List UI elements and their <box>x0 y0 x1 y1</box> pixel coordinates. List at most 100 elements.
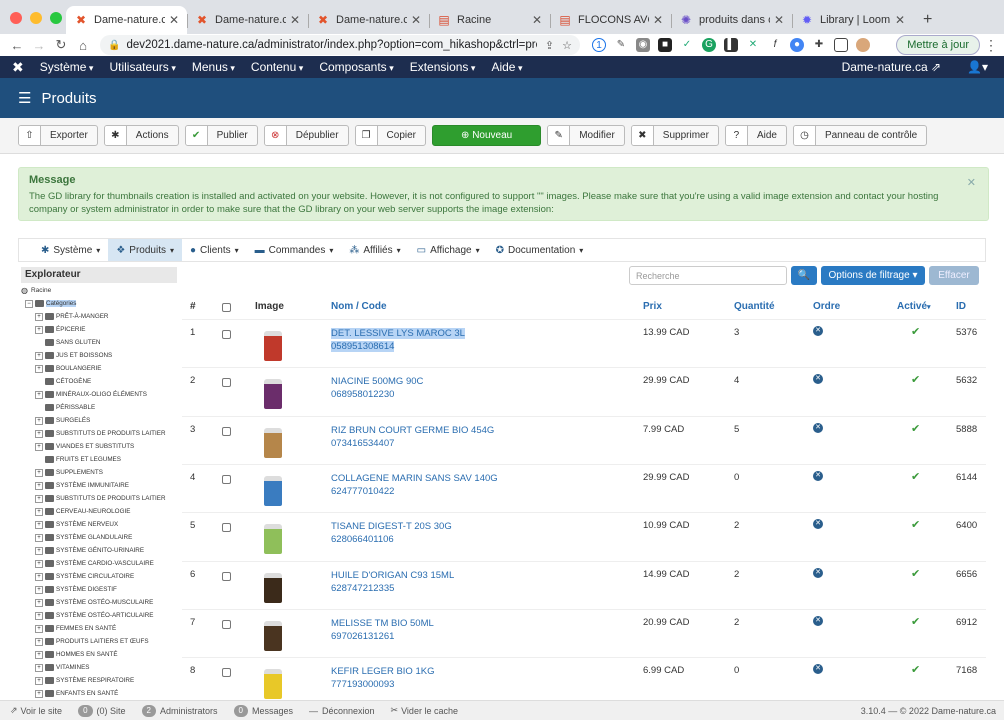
product-thumbnail[interactable] <box>258 613 288 651</box>
expand-icon[interactable]: + <box>35 533 43 542</box>
product-thumbnail[interactable] <box>258 323 288 361</box>
expand-icon[interactable]: + <box>35 637 43 646</box>
order-icon[interactable]: ✕ <box>813 567 823 578</box>
table-row[interactable]: 8 KEFIR LEGER BIO 1KG 777193000093 6.99 CAD… <box>182 657 986 700</box>
joomla-logo-icon[interactable]: ✖ <box>12 59 24 76</box>
submenu-products[interactable]: ❖ Produits ▾ <box>108 239 182 261</box>
close-icon[interactable]: ✕ <box>967 176 976 189</box>
sidepanel-icon[interactable] <box>834 38 848 52</box>
new-button[interactable]: ⊕ Nouveau <box>432 125 542 146</box>
close-tab-icon[interactable]: ✕ <box>895 13 905 27</box>
logout-link[interactable]: — Déconnexion <box>309 706 375 716</box>
new-tab-button[interactable]: + <box>923 6 932 34</box>
expand-icon[interactable]: + <box>35 650 43 659</box>
close-tab-icon[interactable]: ✕ <box>290 13 300 27</box>
row-checkbox[interactable] <box>222 619 231 629</box>
product-thumbnail[interactable] <box>258 371 288 410</box>
col-price[interactable]: Prix <box>643 301 662 312</box>
actions-button[interactable]: ✱ Actions <box>103 125 179 146</box>
expand-icon[interactable]: + <box>35 507 43 516</box>
copy-button[interactable]: ❐ Copier <box>354 125 427 146</box>
expand-icon[interactable]: + <box>35 442 43 451</box>
row-checkbox[interactable] <box>222 330 231 339</box>
expand-icon[interactable]: + <box>35 429 43 438</box>
published-check-icon[interactable]: ✔ <box>911 615 920 628</box>
row-checkbox[interactable] <box>222 474 231 484</box>
tree-root[interactable]: ◍ Racine <box>21 284 177 297</box>
extension-cross-icon[interactable]: ✕ <box>746 38 760 52</box>
expand-icon[interactable]: + <box>35 663 43 672</box>
product-name-link[interactable]: MELISSE TM BIO 50ML 697026131261 <box>331 617 434 643</box>
extension-green-icon[interactable]: G <box>702 38 716 52</box>
order-icon[interactable]: ✕ <box>813 615 823 626</box>
order-icon[interactable]: ✕ <box>813 422 823 433</box>
extension-edit-icon[interactable]: ✓ <box>680 38 694 52</box>
tree-category-item[interactable]: + SYSTÈME GLANDULAIRE <box>21 531 177 544</box>
expand-icon[interactable]: + <box>35 676 43 685</box>
expand-icon[interactable]: + <box>35 598 43 607</box>
browser-tab[interactable]: ✖ Dame-nature.ca - ✕ <box>308 6 429 34</box>
tree-category-item[interactable]: + SUBSTITUTS DE PRODUITS LAITIER <box>21 492 177 505</box>
col-order[interactable]: Ordre <box>813 301 840 312</box>
expand-icon[interactable]: + <box>35 585 43 594</box>
tree-category-item[interactable]: FRUITS ET LEGUMES <box>21 453 177 466</box>
clear-button[interactable]: Effacer <box>929 266 979 285</box>
table-row[interactable]: 5 TISANE DIGEST-T 20S 30G 628066401106 10.9… <box>182 512 986 560</box>
update-browser-button[interactable]: Mettre à jour <box>896 35 980 55</box>
tree-category-item[interactable]: + VIANDES ET SUBSTITUTS <box>21 440 177 453</box>
avatar[interactable] <box>856 38 870 52</box>
expand-icon[interactable]: + <box>35 559 43 568</box>
extension-box-icon[interactable]: ▌ <box>724 38 738 52</box>
url-input[interactable]: 🔒 dev2021.dame-nature.ca/administrator/i… <box>100 35 580 55</box>
tree-category-item[interactable]: + SYSTÈME GÉNITO-URINAIRE <box>21 544 177 557</box>
submenu-orders[interactable]: ▬ Commandes ▾ <box>247 239 342 261</box>
published-check-icon[interactable]: ✔ <box>911 663 920 676</box>
product-name-link[interactable]: NIACINE 500MG 90C 068958012230 <box>331 375 423 401</box>
product-name-link[interactable]: TISANE DIGEST-T 20S 30G 628066401106 <box>331 520 452 546</box>
tree-category-item[interactable]: + VITAMINES <box>21 661 177 674</box>
tree-category-item[interactable]: + BOULANGERIE <box>21 362 177 375</box>
browser-tab[interactable]: ✺ produits dans cat ✕ <box>671 6 792 34</box>
back-arrow-icon[interactable]: ← <box>6 38 28 53</box>
expand-icon[interactable]: + <box>35 481 43 490</box>
expand-icon[interactable]: + <box>35 572 43 581</box>
tree-category-item[interactable]: + MINÉRAUX-OLIGO ÉLÉMENTS <box>21 388 177 401</box>
product-name-link[interactable]: KEFIR LEGER BIO 1KG 777193000093 <box>331 665 434 691</box>
expand-icon[interactable]: + <box>35 546 43 555</box>
col-quantity[interactable]: Quantité <box>734 301 775 312</box>
tree-category-item[interactable]: + SYSTÈME IMMUNITAIRE <box>21 479 177 492</box>
browser-tab[interactable]: ▤ Racine ✕ <box>429 6 550 34</box>
expand-icon[interactable]: + <box>35 624 43 633</box>
tree-categories[interactable]: − Catégories <box>21 297 177 310</box>
tree-category-item[interactable]: + PRODUITS LAITIERS ET ŒUFS <box>21 635 177 648</box>
publish-button[interactable]: ✔ Publier <box>184 125 258 146</box>
expand-icon[interactable]: + <box>35 312 43 321</box>
close-window-button[interactable] <box>10 12 22 24</box>
expand-icon[interactable]: + <box>35 494 43 503</box>
tree-category-item[interactable]: + SUPPLEMENTS <box>21 466 177 479</box>
order-icon[interactable]: ✕ <box>813 470 823 481</box>
control-panel-button[interactable]: ◷ Panneau de contrôle <box>792 125 928 146</box>
site-visitors[interactable]: 0 (0) Site <box>78 704 126 717</box>
tree-category-item[interactable]: + ENFANTS EN SANTÉ <box>21 687 177 700</box>
order-icon[interactable]: ✕ <box>813 374 823 385</box>
home-icon[interactable]: ⌂ <box>72 38 94 53</box>
maximize-window-button[interactable] <box>50 12 62 24</box>
expand-icon[interactable]: + <box>35 416 43 425</box>
submenu-display[interactable]: ▭ Affichage ▾ <box>409 239 488 261</box>
published-check-icon[interactable]: ✔ <box>911 373 920 386</box>
menu-components[interactable]: Composants <box>319 60 393 74</box>
expand-icon[interactable]: + <box>35 325 43 334</box>
table-row[interactable]: 1 DET. LESSIVE LYS MAROC 3L 058951308614 13… <box>182 319 986 367</box>
tree-category-item[interactable]: + FEMMES EN SANTÉ <box>21 622 177 635</box>
tree-category-item[interactable]: + SUBSTITUTS DE PRODUITS LAITIER <box>21 427 177 440</box>
expand-icon[interactable]: + <box>35 611 43 620</box>
clear-cache-link[interactable]: ✂ Vider le cache <box>391 705 458 716</box>
menu-content[interactable]: Contenu <box>251 60 303 74</box>
share-icon[interactable]: ⇪ <box>545 39 554 52</box>
table-row[interactable]: 3 RIZ BRUN COURT GERME BIO 454G 0734165344… <box>182 415 986 464</box>
submenu-documentation[interactable]: ✪ Documentation ▾ <box>488 239 592 261</box>
extension-camera-icon[interactable]: ◉ <box>636 38 650 52</box>
export-button[interactable]: ⇧ Exporter <box>18 125 98 146</box>
delete-button[interactable]: ✖ Supprimer <box>630 125 719 146</box>
